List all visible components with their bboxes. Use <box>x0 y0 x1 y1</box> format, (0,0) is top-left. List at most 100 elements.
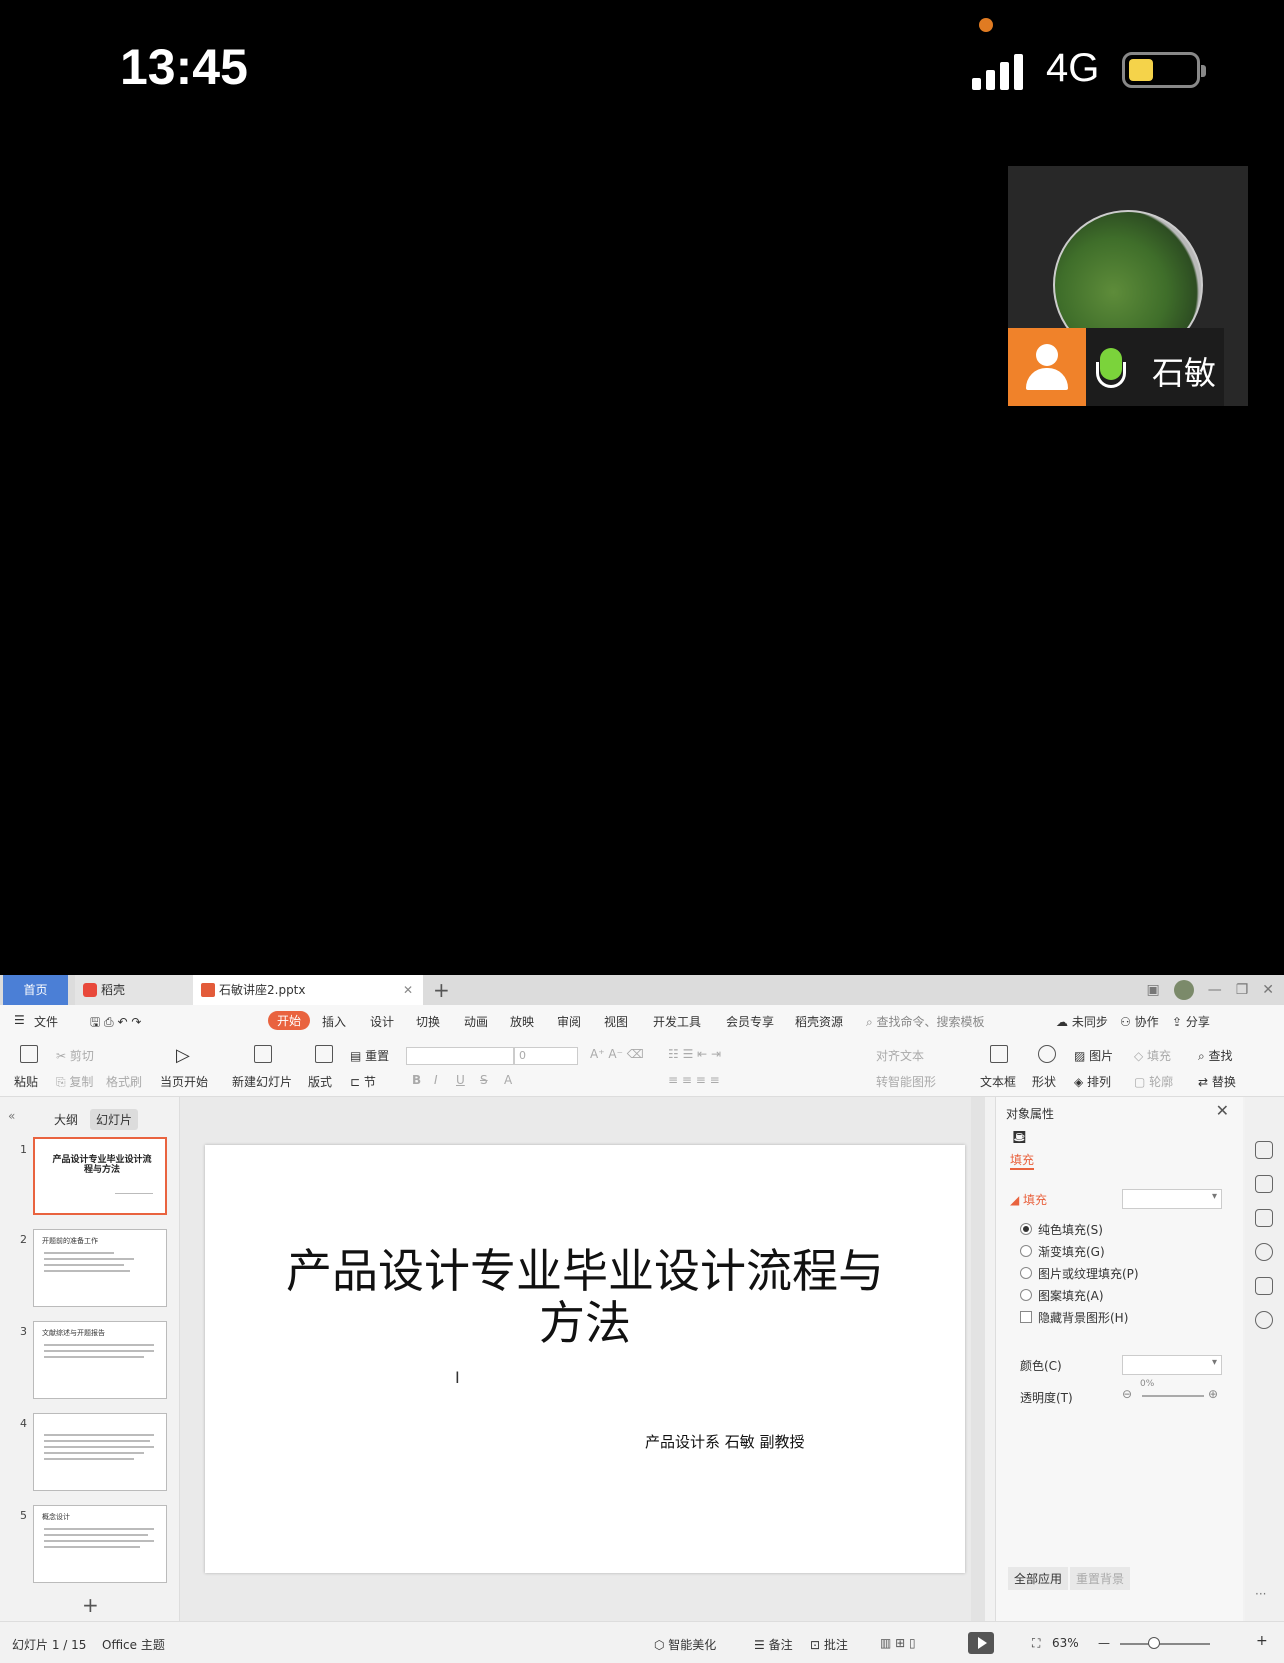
smart-art-button[interactable]: 转智能图形 <box>876 1073 936 1090</box>
fill-button[interactable]: ◇ 填充 <box>1134 1047 1171 1064</box>
underline-icon[interactable]: U <box>456 1073 465 1087</box>
new-slide-button[interactable]: 新建幻灯片 <box>232 1073 292 1090</box>
cut-button[interactable]: ✂ 剪切 <box>56 1047 94 1064</box>
notes-button[interactable]: ☰ 备注 <box>754 1636 793 1653</box>
minimize-icon[interactable]: — <box>1208 982 1222 998</box>
menu-slideshow[interactable]: 放映 <box>510 1013 534 1030</box>
sync-status[interactable]: ☁ 未同步 <box>1056 1013 1108 1030</box>
paste-icon[interactable] <box>20 1045 38 1063</box>
smart-beautify-button[interactable]: ⬡ 智能美化 <box>654 1636 716 1653</box>
align-icons[interactable]: ≡ ≡ ≡ ≡ <box>668 1073 720 1087</box>
menu-daoke-resources[interactable]: 稻壳资源 <box>795 1013 843 1030</box>
picture-fill-radio[interactable] <box>1020 1267 1032 1279</box>
close-window-icon[interactable]: ✕ <box>1262 982 1274 998</box>
find-button[interactable]: ⌕ 查找 <box>1198 1047 1233 1064</box>
vertical-scrollbar[interactable] <box>971 1097 985 1621</box>
slide-thumbnail[interactable] <box>33 1413 167 1491</box>
reset-button[interactable]: ▤ 重置 <box>350 1047 389 1064</box>
tab-outline[interactable]: 大纲 <box>48 1109 84 1130</box>
slide-subtitle[interactable]: 产品设计系 石敏 副教授 <box>645 1431 805 1452</box>
layout-icon[interactable]: ▣ <box>1146 982 1159 998</box>
restore-icon[interactable]: ❐ <box>1236 982 1249 998</box>
font-grow-icon[interactable]: A⁺ A⁻ ⌫ <box>590 1047 644 1061</box>
font-color-icon[interactable]: A <box>504 1073 512 1087</box>
list-icons[interactable]: ☷ ☰ ⇤ ⇥ <box>668 1047 721 1061</box>
hide-bg-checkbox[interactable] <box>1020 1311 1032 1323</box>
command-search[interactable]: ⌕ 查找命令、搜索模板 <box>866 1013 985 1030</box>
close-icon[interactable]: ✕ <box>1216 1101 1229 1120</box>
slide-thumbnail[interactable]: 开题前的准备工作 <box>33 1229 167 1307</box>
arrange-button[interactable]: ◈ 排列 <box>1074 1073 1111 1090</box>
quick-access-icons[interactable]: 🖫 ⎙ ↶ ↷ <box>90 1013 141 1034</box>
collab-button[interactable]: ⚇ 协作 <box>1120 1013 1159 1030</box>
zoom-slider[interactable] <box>1120 1643 1210 1645</box>
help-icon[interactable] <box>1255 1243 1273 1261</box>
italic-icon[interactable]: I <box>434 1073 438 1087</box>
solid-fill-radio[interactable] <box>1020 1223 1032 1235</box>
gradient-fill-radio[interactable] <box>1020 1245 1032 1257</box>
slide-thumbnail[interactable]: 概念设计 <box>33 1505 167 1583</box>
apply-all-button[interactable]: 全部应用 <box>1008 1567 1069 1590</box>
image-icon[interactable] <box>1255 1277 1273 1295</box>
collapse-icon[interactable]: « <box>8 1109 15 1123</box>
slide-thumbnail[interactable]: 文献综述与开题报告 <box>33 1321 167 1399</box>
hamburger-icon[interactable]: ☰ <box>14 1013 25 1027</box>
play-icon[interactable]: ▷ <box>176 1045 190 1066</box>
pattern-fill-radio[interactable] <box>1020 1289 1032 1301</box>
tab-document[interactable]: 石敏讲座2.pptx ✕ <box>193 975 423 1005</box>
new-tab-button[interactable]: + <box>433 975 457 1005</box>
comments-button[interactable]: ⊡ 批注 <box>810 1636 848 1653</box>
bold-icon[interactable]: B <box>412 1073 421 1087</box>
transparency-slider[interactable] <box>1142 1395 1204 1397</box>
align-text-button[interactable]: 对齐文本 <box>876 1047 924 1064</box>
zoom-out-icon[interactable]: — <box>1098 1636 1110 1650</box>
plus-icon[interactable]: ⊕ <box>1208 1387 1218 1401</box>
fill-section-header[interactable]: ◢ 填充 <box>1010 1191 1047 1208</box>
font-family-select[interactable] <box>406 1047 514 1065</box>
section-button[interactable]: ⊏ 节 <box>350 1073 376 1090</box>
text-box-icon[interactable] <box>990 1045 1008 1063</box>
tab-slides[interactable]: 幻灯片 <box>90 1109 139 1130</box>
menu-review[interactable]: 审阅 <box>557 1013 581 1030</box>
layout-button[interactable]: 版式 <box>308 1073 332 1090</box>
zoom-fit-icon[interactable]: ⛶ <box>1032 1636 1040 1651</box>
theme-name[interactable]: Office 主题 <box>102 1636 165 1653</box>
more-icon[interactable]: ··· <box>1255 1587 1266 1601</box>
menu-animation[interactable]: 动画 <box>464 1013 488 1030</box>
view-mode-icons[interactable]: ▥ ⊞ ▯ <box>880 1636 916 1650</box>
copy-button[interactable]: ⎘ 复制 <box>56 1073 93 1090</box>
fill-type-dropdown[interactable] <box>1122 1189 1222 1209</box>
menu-file[interactable]: 文件 <box>34 1013 58 1030</box>
menu-transition[interactable]: 切换 <box>416 1013 440 1030</box>
location-icon[interactable] <box>1255 1311 1273 1329</box>
properties-icon[interactable] <box>1255 1141 1273 1159</box>
menu-design[interactable]: 设计 <box>370 1013 394 1030</box>
pin-icon[interactable] <box>1255 1175 1273 1193</box>
minus-icon[interactable]: ⊖ <box>1122 1387 1132 1401</box>
zoom-in-icon[interactable]: + <box>1256 1633 1268 1649</box>
menu-view[interactable]: 视图 <box>604 1013 628 1030</box>
reset-bg-button[interactable]: 重置背景 <box>1070 1567 1131 1590</box>
font-size-select[interactable]: 0 <box>514 1047 578 1065</box>
participant-video-tile[interactable]: 石敏 <box>1008 166 1248 406</box>
current-slide[interactable]: 产品设计专业毕业设计流程与方法 产品设计系 石敏 副教授 I <box>205 1145 965 1573</box>
shape-icon[interactable] <box>1038 1045 1056 1063</box>
slide-thumbnail[interactable]: 产品设计专业毕业设计流程与方法 <box>33 1137 167 1215</box>
picture-button[interactable]: ▨ 图片 <box>1074 1047 1113 1064</box>
menu-member[interactable]: 会员专享 <box>726 1013 774 1030</box>
replace-button[interactable]: ⇄ 替换 <box>1198 1073 1236 1090</box>
format-painter-button[interactable]: 格式刷 <box>106 1073 142 1090</box>
new-slide-icon[interactable] <box>254 1045 272 1063</box>
layout-icon[interactable] <box>315 1045 333 1063</box>
tab-fill[interactable]: 填充 <box>1010 1151 1035 1170</box>
menu-developer[interactable]: 开发工具 <box>653 1013 701 1030</box>
color-dropdown[interactable] <box>1122 1355 1222 1375</box>
transition-icon[interactable] <box>1255 1209 1273 1227</box>
add-slide-button[interactable]: + <box>82 1593 99 1617</box>
text-box-button[interactable]: 文本框 <box>980 1073 1016 1090</box>
strikethrough-icon[interactable]: S <box>480 1073 488 1087</box>
paste-button[interactable]: 粘贴 <box>14 1073 38 1090</box>
zoom-slider-handle[interactable] <box>1148 1637 1160 1649</box>
close-icon[interactable]: ✕ <box>403 975 413 1005</box>
share-button[interactable]: ⇪ 分享 <box>1172 1013 1210 1030</box>
